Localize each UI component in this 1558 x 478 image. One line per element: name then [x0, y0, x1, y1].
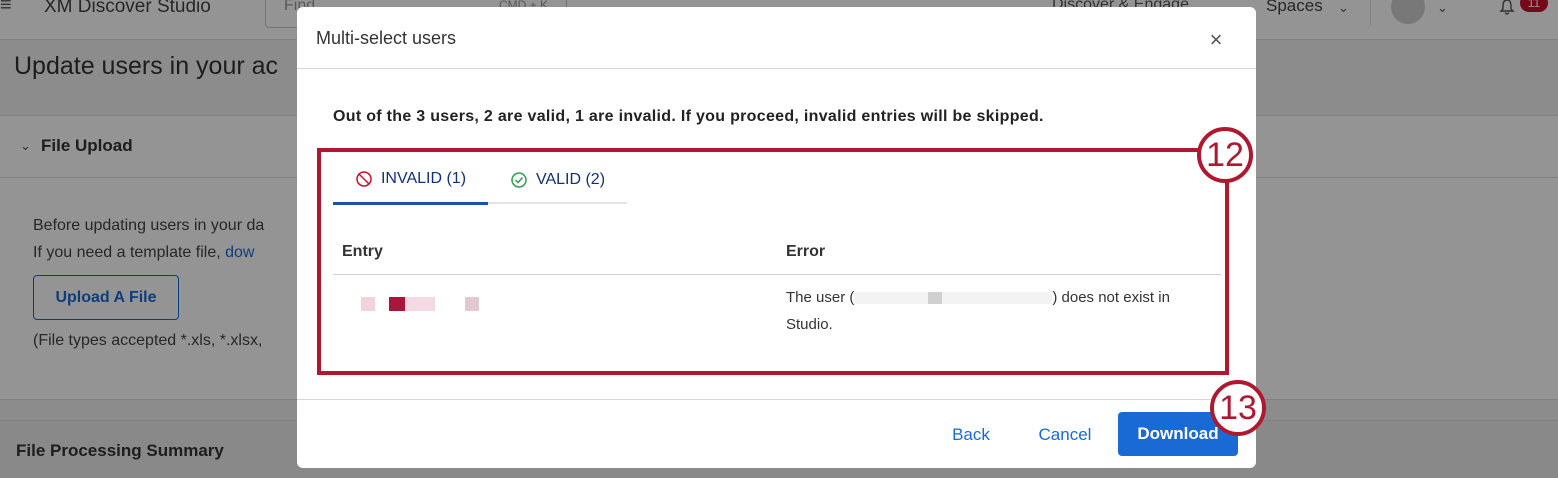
- callout-number-13: 13: [1210, 380, 1266, 436]
- callout-number-12: 12: [1197, 127, 1253, 183]
- modal-header: Multi-select users ×: [297, 7, 1256, 69]
- cancel-button[interactable]: Cancel: [1033, 418, 1097, 452]
- modal-title: Multi-select users: [316, 28, 457, 48]
- footer-divider: [297, 399, 1256, 400]
- validation-summary: Out of the 3 users, 2 are valid, 1 are i…: [333, 108, 1044, 125]
- close-icon[interactable]: ×: [1203, 27, 1229, 53]
- back-button[interactable]: Back: [947, 418, 995, 452]
- callout-highlight-box: [317, 148, 1229, 375]
